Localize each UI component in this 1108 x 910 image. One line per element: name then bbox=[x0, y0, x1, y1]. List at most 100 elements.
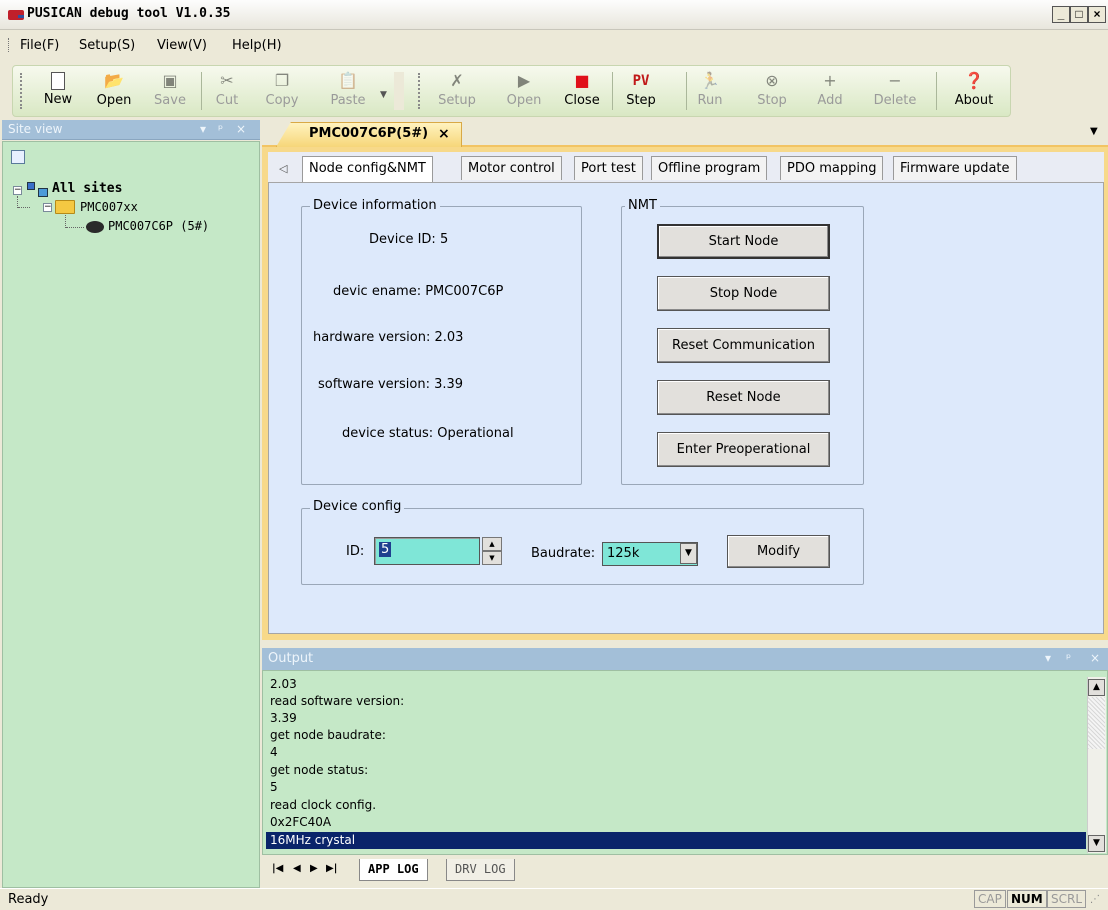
document-list-dropdown-icon[interactable]: ▼ bbox=[1090, 126, 1098, 137]
tab-firmware-update[interactable]: Firmware update bbox=[893, 156, 1017, 180]
tree-group-pmc007xx[interactable]: PMC007xx bbox=[80, 200, 138, 214]
toolbar-grip[interactable] bbox=[418, 73, 420, 109]
stop-button[interactable]: ⊗ Stop bbox=[752, 68, 792, 114]
pane-menu-icon[interactable]: ▾ bbox=[200, 122, 206, 136]
scroll-up-icon[interactable]: ▲ bbox=[1088, 679, 1105, 696]
scroll-track[interactable] bbox=[1088, 697, 1105, 749]
log-line: read software version: bbox=[270, 694, 405, 708]
toolbar-separator bbox=[612, 72, 613, 110]
tab-drv-log[interactable]: DRV LOG bbox=[446, 859, 515, 881]
pin-icon[interactable]: ᵖ bbox=[1066, 651, 1071, 665]
log-line: 3.39 bbox=[270, 711, 297, 725]
close-pane-icon[interactable]: × bbox=[236, 122, 246, 136]
id-spin-down-icon[interactable]: ▼ bbox=[482, 551, 502, 565]
tab-offline-program[interactable]: Offline program bbox=[651, 156, 768, 180]
menu-file[interactable]: File(F) bbox=[18, 38, 61, 53]
device-config-title: Device config bbox=[310, 499, 405, 514]
new-file-icon bbox=[51, 72, 65, 90]
tab-app-log[interactable]: APP LOG bbox=[359, 859, 428, 881]
next-tab-icon[interactable]: ▶ bbox=[310, 863, 318, 874]
minimize-button[interactable]: _ bbox=[1052, 6, 1070, 23]
close-pane-icon[interactable]: × bbox=[1090, 651, 1100, 665]
motor-device-icon bbox=[86, 221, 104, 233]
site-view-title: Site view bbox=[8, 122, 63, 136]
tree-root-all-sites[interactable]: All sites bbox=[52, 181, 122, 196]
toolbar-separator bbox=[936, 72, 937, 110]
scroll-lock-indicator: SCRL bbox=[1047, 890, 1087, 908]
cut-button[interactable]: ✂ Cut bbox=[210, 68, 244, 114]
hardware-version-label: hardware version: 2.03 bbox=[313, 330, 464, 345]
id-spin-up-icon[interactable]: ▲ bbox=[482, 537, 502, 551]
menu-help[interactable]: Help(H) bbox=[230, 38, 284, 53]
tab-port-test[interactable]: Port test bbox=[574, 156, 643, 180]
stop-node-button[interactable]: Stop Node bbox=[657, 276, 830, 311]
toolbar-separator bbox=[686, 72, 687, 110]
device-status-label: device status: Operational bbox=[342, 426, 514, 441]
tab-node-config-nmt[interactable]: Node config&NMT bbox=[302, 156, 433, 182]
reset-communication-button[interactable]: Reset Communication bbox=[657, 328, 830, 363]
device-information-title: Device information bbox=[310, 198, 440, 213]
paste-button[interactable]: 📋 Paste bbox=[326, 68, 370, 114]
tree-refresh-icon[interactable] bbox=[11, 150, 25, 164]
id-input-value: 5 bbox=[379, 542, 392, 557]
device-information-group bbox=[301, 206, 582, 485]
id-input[interactable]: 5 bbox=[374, 537, 480, 565]
device-id-label: Device ID: 5 bbox=[369, 232, 449, 247]
scroll-down-icon[interactable]: ▼ bbox=[1088, 835, 1105, 852]
document-tab-label: PMC007C6P(5#) bbox=[309, 126, 429, 141]
start-node-button[interactable]: Start Node bbox=[657, 224, 830, 259]
collapse-icon[interactable]: − bbox=[13, 186, 22, 195]
tab-motor-control[interactable]: Motor control bbox=[461, 156, 562, 180]
open-folder-icon: 📂 bbox=[104, 71, 124, 90]
step-button[interactable]: PV Step bbox=[620, 68, 662, 114]
log-line: 5 bbox=[270, 780, 278, 794]
modify-button[interactable]: Modify bbox=[727, 535, 830, 568]
toolbar-grip[interactable] bbox=[20, 73, 22, 109]
output-header bbox=[262, 648, 1108, 670]
maximize-button[interactable]: □ bbox=[1070, 6, 1088, 23]
last-tab-icon[interactable]: ▶| bbox=[326, 863, 337, 874]
new-button[interactable]: New bbox=[38, 68, 78, 114]
about-button[interactable]: ❓ About bbox=[948, 68, 1000, 114]
first-tab-icon[interactable]: |◀ bbox=[272, 863, 283, 874]
folder-icon bbox=[55, 200, 75, 214]
run-button[interactable]: 🏃 Run bbox=[692, 68, 728, 114]
save-button[interactable]: ▣ Save bbox=[150, 68, 190, 114]
menu-grip bbox=[8, 38, 10, 52]
play-icon: ▶ bbox=[517, 71, 531, 90]
open-device-button[interactable]: ▶ Open bbox=[502, 68, 546, 114]
document-tab-close-icon[interactable]: × bbox=[438, 126, 450, 142]
close-device-button[interactable]: ■ Close bbox=[560, 68, 604, 114]
tree-line bbox=[18, 207, 30, 208]
tree-device-pmc007c6p[interactable]: PMC007C6P (5#) bbox=[108, 219, 209, 233]
app-logo-icon bbox=[8, 10, 24, 20]
setup-button[interactable]: ✗ Setup bbox=[434, 68, 480, 114]
delete-button[interactable]: − Delete bbox=[868, 68, 922, 114]
resize-grip-icon[interactable]: ⋰ bbox=[1090, 894, 1100, 905]
pin-icon[interactable]: ᵖ bbox=[218, 122, 223, 136]
log-line: read clock config. bbox=[270, 798, 377, 812]
tab-pdo-mapping[interactable]: PDO mapping bbox=[780, 156, 884, 180]
collapse-icon[interactable]: − bbox=[43, 203, 52, 212]
prev-tab-icon[interactable]: ◀ bbox=[293, 863, 301, 874]
status-bar bbox=[0, 888, 1108, 910]
software-version-label: software version: 3.39 bbox=[318, 377, 464, 392]
enter-preoperational-button[interactable]: Enter Preoperational bbox=[657, 432, 830, 467]
menu-setup[interactable]: Setup(S) bbox=[77, 38, 137, 53]
close-window-button[interactable]: × bbox=[1088, 6, 1106, 23]
num-lock-indicator: NUM bbox=[1007, 890, 1047, 908]
add-button[interactable]: + Add bbox=[812, 68, 848, 114]
tab-scroll-left-icon[interactable]: ◁ bbox=[279, 162, 287, 175]
toolbar-overflow-icon[interactable]: ▼ bbox=[380, 90, 387, 100]
copy-icon: ❐ bbox=[274, 71, 290, 90]
window-title: PUSICAN debug tool V1.0.35 bbox=[27, 6, 231, 21]
open-button[interactable]: 📂 Open bbox=[92, 68, 136, 114]
menu-view[interactable]: View(V) bbox=[155, 38, 209, 53]
baudrate-dropdown-arrow-icon[interactable]: ▼ bbox=[680, 543, 697, 564]
save-disk-icon: ▣ bbox=[162, 71, 178, 90]
log-line-selected[interactable]: 16MHz crystal bbox=[270, 833, 355, 847]
copy-button[interactable]: ❐ Copy bbox=[262, 68, 302, 114]
reset-node-button[interactable]: Reset Node bbox=[657, 380, 830, 415]
toolbar-gap bbox=[394, 72, 404, 110]
pane-menu-icon[interactable]: ▾ bbox=[1045, 651, 1051, 665]
